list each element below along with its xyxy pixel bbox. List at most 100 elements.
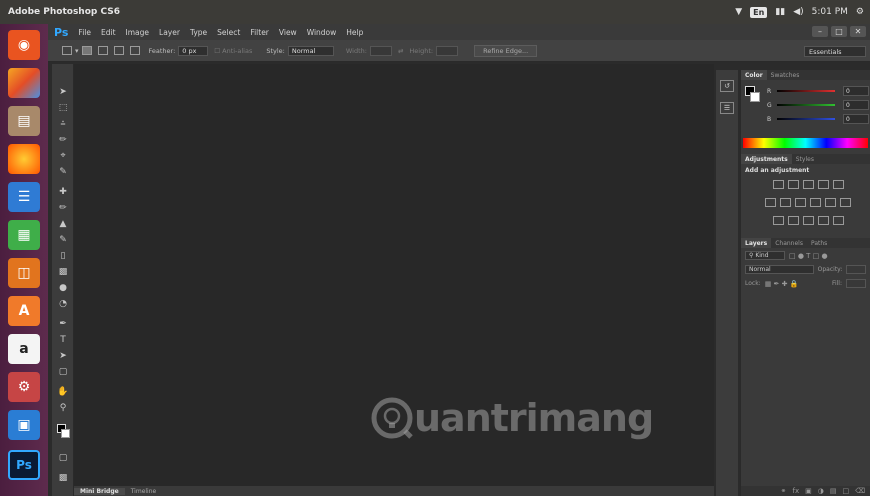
menu-view[interactable]: View <box>279 28 297 37</box>
battery-icon[interactable]: ▮▮ <box>775 7 785 17</box>
volume-icon[interactable]: ◀) <box>793 7 803 17</box>
opacity-input[interactable] <box>846 265 866 274</box>
brush-tool-icon[interactable]: ✏ <box>56 202 70 214</box>
menu-edit[interactable]: Edit <box>101 28 116 37</box>
shape-tool-icon[interactable]: ▢ <box>56 366 70 378</box>
lock-icons[interactable]: ▦ ✒ ✚ 🔒 <box>765 280 799 288</box>
zoom-tool-icon[interactable]: ⚲ <box>56 402 70 414</box>
move-tool-icon[interactable]: ➤ <box>56 86 70 98</box>
filter-icons[interactable]: □ ● T □ ● <box>789 252 828 260</box>
gradient-tool-icon[interactable]: ▩ <box>56 266 70 278</box>
blend-mode-select[interactable]: Normal <box>745 265 814 274</box>
style-select[interactable]: Normal <box>287 45 334 56</box>
ubuntu-dash-icon[interactable]: ◉ <box>8 30 40 60</box>
minimize-icon[interactable]: – <box>812 26 828 37</box>
blur-tool-icon[interactable]: ● <box>56 282 70 294</box>
color-lookup-icon[interactable] <box>840 198 851 207</box>
clock[interactable]: 5:01 PM <box>812 7 848 17</box>
vibrance-icon[interactable] <box>833 180 844 189</box>
workspace-select[interactable]: Essentials <box>804 46 866 57</box>
history-panel-icon[interactable]: ↺ <box>720 80 734 92</box>
history-brush-tool-icon[interactable]: ✎ <box>56 234 70 246</box>
impress-icon[interactable]: ◫ <box>8 258 40 288</box>
menu-select[interactable]: Select <box>217 28 240 37</box>
feather-input[interactable]: 0 px <box>178 45 209 56</box>
software-center-icon[interactable] <box>8 68 40 98</box>
new-selection-icon[interactable] <box>81 46 92 55</box>
intersect-selection-icon[interactable] <box>129 46 140 55</box>
new-fill-layer-icon[interactable]: ◑ <box>818 487 824 495</box>
menu-layer[interactable]: Layer <box>159 28 180 37</box>
photoshop-icon[interactable]: Ps <box>8 450 40 480</box>
curves-icon[interactable] <box>803 180 814 189</box>
quick-mask-icon[interactable]: ▢ <box>56 452 70 464</box>
marquee-tool-icon[interactable] <box>62 46 72 55</box>
calc-icon[interactable]: ▦ <box>8 220 40 250</box>
tab-adjustments[interactable]: Adjustments <box>741 154 792 164</box>
link-icon[interactable]: ⚭ <box>781 487 787 495</box>
app-icon[interactable]: ▣ <box>8 410 40 440</box>
color-spectrum-ramp[interactable] <box>743 138 868 148</box>
crop-tool-icon[interactable]: ⌖ <box>56 150 70 162</box>
threshold-icon[interactable] <box>803 216 814 225</box>
levels-icon[interactable] <box>788 180 799 189</box>
channel-mixer-icon[interactable] <box>825 198 836 207</box>
add-selection-icon[interactable] <box>97 46 108 55</box>
red-slider[interactable] <box>777 90 835 92</box>
amazon-icon[interactable]: a <box>8 334 40 364</box>
color-balance-icon[interactable] <box>780 198 791 207</box>
menu-filter[interactable]: Filter <box>250 28 269 37</box>
mask-icon[interactable]: ▣ <box>805 487 812 495</box>
color-swatch-icon[interactable] <box>56 424 70 438</box>
eyedropper-tool-icon[interactable]: ✎ <box>56 166 70 178</box>
exposure-icon[interactable] <box>818 180 829 189</box>
hand-tool-icon[interactable]: ✋ <box>56 386 70 398</box>
properties-panel-icon[interactable]: ☰ <box>720 102 734 114</box>
network-icon[interactable]: ▼ <box>735 7 742 17</box>
tab-paths[interactable]: Paths <box>807 240 831 247</box>
fx-icon[interactable]: fx <box>793 487 800 495</box>
tab-timeline[interactable]: Timeline <box>125 488 163 495</box>
tab-channels[interactable]: Channels <box>771 240 807 247</box>
lasso-tool-icon[interactable]: ⩮ <box>56 118 70 130</box>
subtract-selection-icon[interactable] <box>113 46 124 55</box>
photo-filter-icon[interactable] <box>810 198 821 207</box>
tab-mini-bridge[interactable]: Mini Bridge <box>74 487 125 495</box>
path-select-tool-icon[interactable]: ➤ <box>56 350 70 362</box>
refine-edge-button[interactable]: Refine Edge... <box>474 44 538 57</box>
keyboard-layout-indicator[interactable]: En <box>750 6 768 18</box>
menu-type[interactable]: Type <box>190 28 207 37</box>
height-input[interactable] <box>436 45 459 56</box>
green-slider[interactable] <box>777 104 835 106</box>
blue-value-input[interactable]: 0 <box>843 114 869 124</box>
system-settings-icon[interactable]: ⚙ <box>8 372 40 402</box>
chevron-down-icon[interactable]: ▾ <box>75 47 79 55</box>
writer-icon[interactable]: ☰ <box>8 182 40 212</box>
clone-stamp-tool-icon[interactable]: ▲ <box>56 218 70 230</box>
selective-color-icon[interactable] <box>833 216 844 225</box>
swap-icon[interactable]: ⇄ <box>398 47 403 55</box>
dodge-tool-icon[interactable]: ◔ <box>56 298 70 310</box>
fill-input[interactable] <box>846 279 866 288</box>
trash-icon[interactable]: ⌫ <box>855 487 865 495</box>
screen-mode-icon[interactable]: ▩ <box>56 472 70 484</box>
gradient-map-icon[interactable] <box>818 216 829 225</box>
blue-slider[interactable] <box>777 118 835 120</box>
background-color-swatch[interactable] <box>750 92 760 102</box>
layer-filter-select[interactable]: ⚲ Kind <box>745 251 785 260</box>
new-layer-icon[interactable]: □ <box>842 487 849 495</box>
tab-color[interactable]: Color <box>741 70 767 80</box>
type-tool-icon[interactable]: T <box>56 334 70 346</box>
restore-icon[interactable]: □ <box>831 26 847 37</box>
quick-select-tool-icon[interactable]: ✏ <box>56 134 70 146</box>
ubuntu-software-icon[interactable]: A <box>8 296 40 326</box>
eraser-tool-icon[interactable]: ▯ <box>56 250 70 262</box>
tab-styles[interactable]: Styles <box>792 156 818 163</box>
antialias-checkbox[interactable]: ☐ <box>214 47 220 55</box>
files-icon[interactable]: ▤ <box>8 106 40 136</box>
pen-tool-icon[interactable]: ✒ <box>56 318 70 330</box>
menu-image[interactable]: Image <box>126 28 150 37</box>
settings-icon[interactable]: ⚙ <box>856 7 864 17</box>
firefox-icon[interactable] <box>8 144 40 174</box>
red-value-input[interactable]: 0 <box>843 86 869 96</box>
